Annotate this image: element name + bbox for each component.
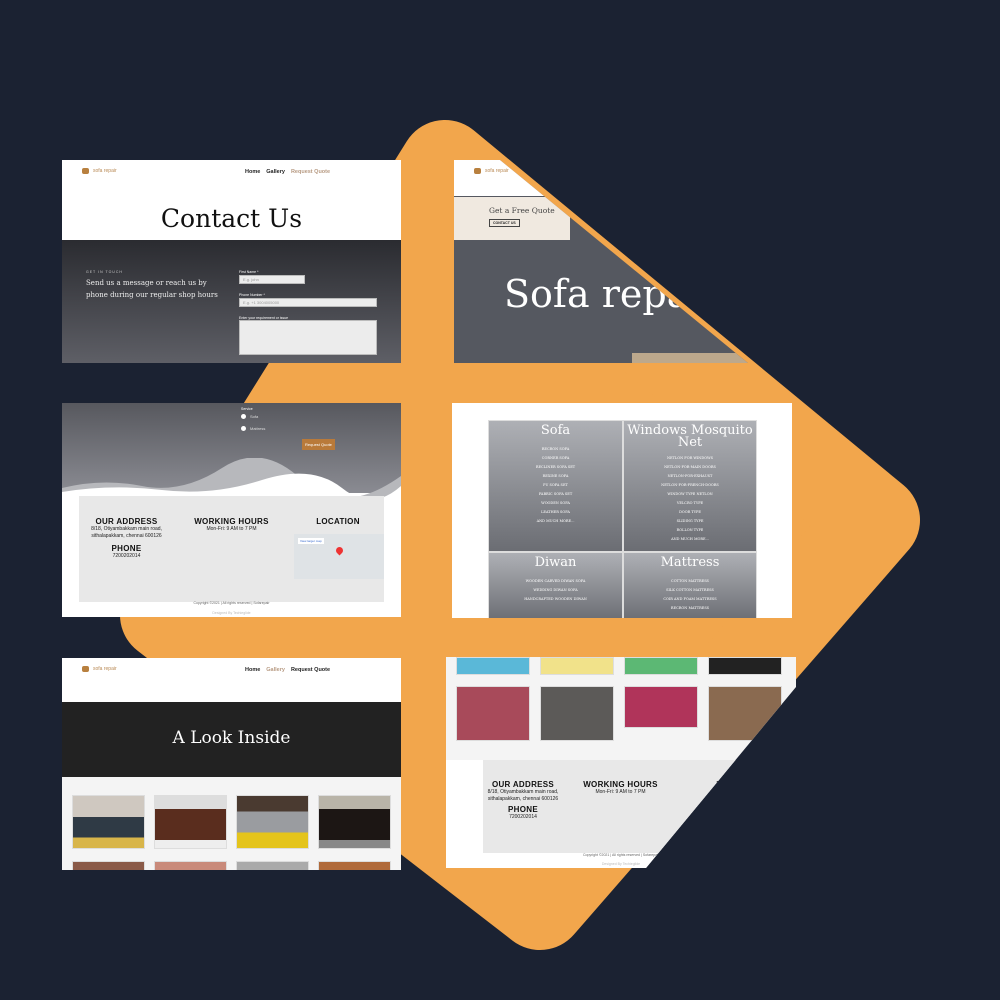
phone-label: Phone Number * xyxy=(239,293,265,297)
service-item: NETLON-FOR-FRENCH-DOORS xyxy=(661,483,719,487)
location-map[interactable]: View larger map xyxy=(294,534,384,579)
first-name-label: First Name * xyxy=(239,270,259,274)
contact-page-screenshot: sofa repair Home Gallery Request Quote C… xyxy=(62,160,401,363)
sofa-icon xyxy=(474,168,481,174)
contact-us-button[interactable]: CONTACT US xyxy=(489,219,520,227)
service-card-diwan: Diwan WOODEN CARVED DIWAN SOFA WEDDING DIW… xyxy=(488,552,623,618)
contact-message: Send us a message or reach us by phone d… xyxy=(86,279,218,299)
map-pin-icon xyxy=(334,545,345,556)
service-item: WOODEN CARVED DIWAN SOFA xyxy=(525,579,586,583)
service-item: CORNER SOFA xyxy=(541,456,570,460)
nav-gallery[interactable]: Gallery xyxy=(266,667,285,673)
service-item: HANDCRAFTED WOODEN DIWAN xyxy=(524,597,587,601)
nav-request-quote[interactable]: Request Quote xyxy=(291,667,330,673)
service-item: VELCRO TYPE xyxy=(676,501,704,505)
gallery-photo[interactable] xyxy=(456,686,530,741)
nav-home[interactable]: Home xyxy=(245,169,260,175)
service-item: WEDDING DIWAN SOFA xyxy=(533,588,578,592)
contact-section: GET IN TOUCH Send us a message or reach … xyxy=(62,240,401,363)
service-item: FABRIC SOFA SET xyxy=(538,492,573,496)
logo: sofa repair xyxy=(82,666,117,672)
nav: Home Gallery Request Quote xyxy=(245,169,330,175)
requirement-textarea[interactable] xyxy=(239,320,377,355)
service-card-sofa: Sofa RECRON SOFA CORNER SOFA RECLINER SOFA … xyxy=(488,420,623,552)
sofa-icon xyxy=(82,666,89,672)
service-item: WOODEN SOFA xyxy=(541,501,570,505)
nav: Home Gallery Request Quote xyxy=(245,667,330,673)
gallery-photo[interactable] xyxy=(154,795,227,849)
service-item: PU SOFA SET xyxy=(543,483,568,487)
copyright: Copyright ©2021 | All rights reserved | … xyxy=(193,601,270,605)
phone-input[interactable]: E.g. +1 3004005000 xyxy=(239,298,377,307)
wave-divider xyxy=(62,458,401,498)
service-item: SLIDING TYPE xyxy=(676,519,704,523)
service-item: DOOR TYPE xyxy=(679,510,701,514)
gallery-page-screenshot: sofa repair Home Gallery Request Quote A… xyxy=(62,658,401,870)
service-item: RECRON SOFA xyxy=(541,447,570,451)
service-item: WINDOW TYPE NETLON xyxy=(667,492,713,496)
radio-sofa[interactable]: Sofa xyxy=(241,414,258,419)
service-item: NETLON-FOR-EXHAUST xyxy=(667,474,713,478)
view-larger-map-link[interactable]: View larger map xyxy=(298,538,324,544)
service-item: RECRON MATTRESS xyxy=(670,606,710,610)
service-item: SILK COTTON MATTRESS xyxy=(666,588,714,592)
service-label: Service xyxy=(241,407,253,411)
page-title: Contact Us xyxy=(160,204,303,233)
gallery-photo[interactable] xyxy=(72,795,145,849)
footer-info: OUR ADDRESS 8/18, Otiyambakkam main road,… xyxy=(79,496,384,602)
quote-form-footer-screenshot: Service Sofa Mattress Request Quote OUR … xyxy=(62,403,401,617)
gallery-photo[interactable] xyxy=(540,686,614,741)
gallery-photo[interactable] xyxy=(624,686,698,728)
logo: sofa repair xyxy=(82,168,117,174)
service-item: REXINE SOFA xyxy=(542,474,569,478)
quote-heading: Get a Free Quote xyxy=(489,206,555,215)
request-quote-button[interactable]: Request Quote xyxy=(302,439,335,450)
service-item: ROLLON TYPE xyxy=(676,528,704,532)
nav-home[interactable]: Home xyxy=(245,667,260,673)
service-item: LEATHER SOFA xyxy=(541,510,570,514)
service-item: NETLON-FOR-MAIN DOORS xyxy=(664,465,716,469)
sofa-icon xyxy=(82,168,89,174)
eyebrow: GET IN TOUCH xyxy=(86,270,123,274)
service-item: AND MUCH MORE... xyxy=(536,519,575,523)
service-item: COIR AND FOAM MATTRESS xyxy=(663,597,717,601)
nav-request-quote[interactable]: Request Quote xyxy=(291,169,330,175)
designed-by: Designed By Techieglide xyxy=(212,611,251,615)
radio-mattress[interactable]: Mattress xyxy=(241,426,265,431)
services-screenshot: Sofa RECRON SOFA CORNER SOFA RECLINER SOFA … xyxy=(452,403,792,618)
logo: sofa repair xyxy=(474,168,509,174)
service-card-mosquito-net: Windows Mosquito Net NETLON FOR WINDOWS NE… xyxy=(623,420,757,552)
first-name-input[interactable]: E.g. john xyxy=(239,275,305,284)
service-item: NETLON FOR WINDOWS xyxy=(666,456,714,460)
gallery-photo[interactable] xyxy=(236,795,309,849)
gallery-title: A Look Inside xyxy=(172,728,291,748)
gallery-photo[interactable] xyxy=(318,795,391,849)
nav-gallery[interactable]: Gallery xyxy=(266,169,285,175)
service-item: RECLINER SOFA SET xyxy=(535,465,576,469)
service-item: AND MUCH MORE... xyxy=(671,537,709,541)
service-item: COTTON MATTRESS xyxy=(671,579,709,583)
service-card-mattress: Mattress COTTON MATTRESS SILK COTTON MATTR… xyxy=(623,552,757,618)
